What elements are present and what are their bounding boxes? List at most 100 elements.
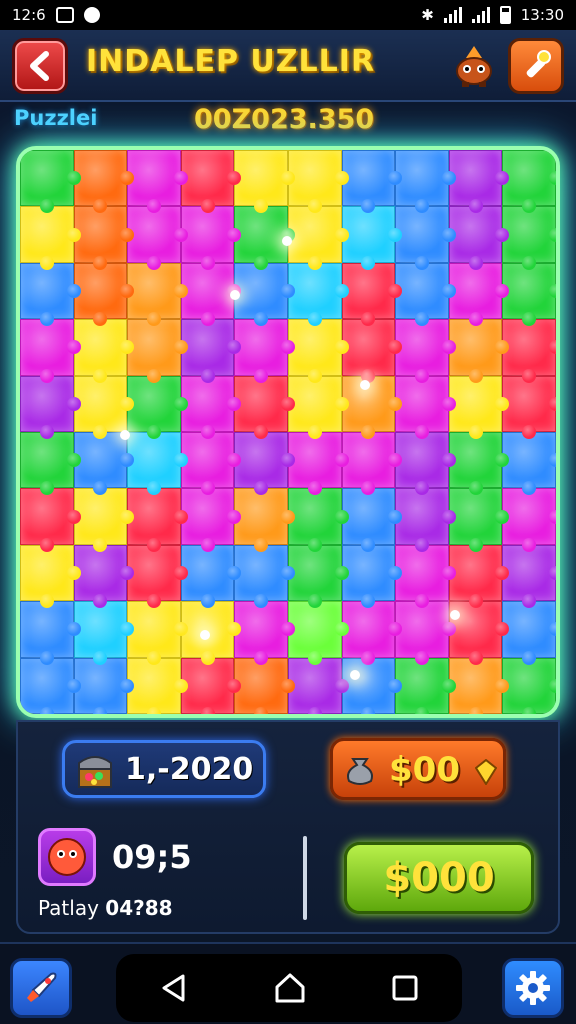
puzzle-piece[interactable] xyxy=(341,657,402,714)
puzzle-piece[interactable] xyxy=(502,206,556,271)
puzzle-piece[interactable] xyxy=(73,544,134,609)
puzzle-piece[interactable] xyxy=(502,601,556,666)
puzzle-piece[interactable] xyxy=(20,601,81,666)
puzzle-piece[interactable] xyxy=(395,150,456,214)
puzzle-piece[interactable] xyxy=(502,319,556,384)
puzzle-piece[interactable] xyxy=(127,319,188,384)
puzzle-piece[interactable] xyxy=(341,488,402,553)
puzzle-piece[interactable] xyxy=(20,150,81,214)
puzzle-piece[interactable] xyxy=(395,262,456,327)
puzzle-piece[interactable] xyxy=(448,432,509,496)
puzzle-piece[interactable] xyxy=(180,657,241,714)
puzzle-piece[interactable] xyxy=(73,601,134,666)
puzzle-piece[interactable] xyxy=(73,150,134,214)
puzzle-piece[interactable] xyxy=(341,150,402,214)
puzzle-piece[interactable] xyxy=(287,262,349,327)
puzzle-piece[interactable] xyxy=(180,262,241,327)
puzzle-piece[interactable] xyxy=(20,657,81,714)
puzzle-piece[interactable] xyxy=(73,262,134,327)
puzzle-piece[interactable] xyxy=(395,432,456,496)
puzzle-piece[interactable] xyxy=(287,488,349,553)
puzzle-piece[interactable] xyxy=(127,601,188,666)
puzzle-piece[interactable] xyxy=(127,262,188,327)
puzzle-piece[interactable] xyxy=(341,601,402,666)
puzzle-piece[interactable] xyxy=(341,319,402,384)
puzzle-piece[interactable] xyxy=(20,262,81,327)
puzzle-piece[interactable] xyxy=(341,544,402,609)
puzzle-piece[interactable] xyxy=(341,262,402,327)
boost-button[interactable] xyxy=(10,958,72,1018)
puzzle-piece[interactable] xyxy=(287,601,349,666)
puzzle-piece[interactable] xyxy=(20,432,81,496)
puzzle-piece[interactable] xyxy=(180,432,241,496)
puzzle-piece[interactable] xyxy=(127,150,188,214)
puzzle-piece[interactable] xyxy=(20,544,81,609)
puzzle-piece[interactable] xyxy=(395,206,456,271)
puzzle-piece[interactable] xyxy=(20,375,81,440)
puzzle-piece[interactable] xyxy=(502,375,556,440)
puzzle-piece[interactable] xyxy=(287,206,349,271)
puzzle-piece[interactable] xyxy=(180,488,241,553)
recents-icon[interactable] xyxy=(389,972,421,1004)
puzzle-piece[interactable] xyxy=(234,375,295,440)
puzzle-piece[interactable] xyxy=(20,206,81,271)
puzzle-piece[interactable] xyxy=(234,262,295,327)
back-triangle-icon[interactable] xyxy=(157,971,191,1005)
puzzle-piece[interactable] xyxy=(395,601,456,666)
puzzle-piece[interactable] xyxy=(502,488,556,553)
buy-button[interactable]: $000 xyxy=(344,842,534,914)
puzzle-piece[interactable] xyxy=(127,488,188,553)
puzzle-piece[interactable] xyxy=(234,150,295,214)
puzzle-piece[interactable] xyxy=(502,432,556,496)
puzzle-piece[interactable] xyxy=(502,544,556,609)
player-avatar[interactable] xyxy=(38,828,96,886)
back-button[interactable] xyxy=(12,38,68,94)
puzzle-piece[interactable] xyxy=(341,432,402,496)
settings-button[interactable] xyxy=(502,958,564,1018)
puzzle-piece[interactable] xyxy=(234,432,295,496)
puzzle-piece[interactable] xyxy=(73,432,134,496)
puzzle-piece[interactable] xyxy=(287,432,349,496)
puzzle-piece[interactable] xyxy=(234,206,295,271)
puzzle-piece[interactable] xyxy=(73,206,134,271)
puzzle-piece[interactable] xyxy=(180,601,241,666)
puzzle-piece[interactable] xyxy=(73,375,134,440)
puzzle-piece[interactable] xyxy=(502,262,556,327)
puzzle-piece[interactable] xyxy=(127,657,188,714)
puzzle-piece[interactable] xyxy=(180,150,241,214)
puzzle-piece[interactable] xyxy=(448,319,509,384)
puzzle-piece[interactable] xyxy=(234,544,295,609)
puzzle-piece[interactable] xyxy=(448,150,509,214)
puzzle-board[interactable] xyxy=(20,150,556,714)
puzzle-piece[interactable] xyxy=(395,657,456,714)
puzzle-piece[interactable] xyxy=(502,657,556,714)
puzzle-piece[interactable] xyxy=(287,544,349,609)
puzzle-piece[interactable] xyxy=(127,206,188,271)
puzzle-piece[interactable] xyxy=(127,375,188,440)
puzzle-piece[interactable] xyxy=(127,432,188,496)
puzzle-piece[interactable] xyxy=(180,544,241,609)
puzzle-piece[interactable] xyxy=(502,150,556,214)
puzzle-piece[interactable] xyxy=(20,319,81,384)
puzzle-piece[interactable] xyxy=(448,657,509,714)
level-display[interactable]: 1,-2020 xyxy=(62,740,266,798)
puzzle-piece[interactable] xyxy=(20,488,81,553)
puzzle-piece[interactable] xyxy=(73,657,134,714)
puzzle-piece[interactable] xyxy=(448,375,509,440)
puzzle-piece[interactable] xyxy=(234,488,295,553)
puzzle-piece[interactable] xyxy=(180,375,241,440)
puzzle-piece[interactable] xyxy=(180,206,241,271)
puzzle-piece[interactable] xyxy=(234,601,295,666)
puzzle-piece[interactable] xyxy=(395,488,456,553)
puzzle-piece[interactable] xyxy=(448,206,509,271)
puzzle-piece[interactable] xyxy=(287,657,349,714)
puzzle-piece[interactable] xyxy=(287,150,349,214)
puzzle-piece[interactable] xyxy=(73,319,134,384)
puzzle-piece[interactable] xyxy=(341,206,402,271)
tool-button[interactable] xyxy=(508,38,564,94)
puzzle-piece[interactable] xyxy=(395,544,456,609)
puzzle-piece[interactable] xyxy=(180,319,241,384)
puzzle-piece[interactable] xyxy=(395,319,456,384)
creature-icon[interactable] xyxy=(452,44,496,88)
home-icon[interactable] xyxy=(272,970,308,1006)
